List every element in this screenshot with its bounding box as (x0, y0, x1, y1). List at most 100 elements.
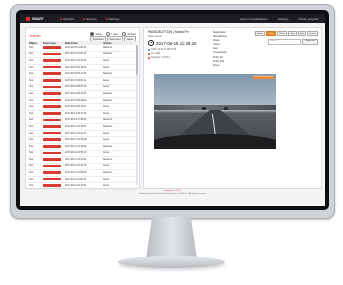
nav-item-reports[interactable]: Reports (83, 17, 97, 21)
cell-object: Test (29, 185, 34, 188)
cell-event-time: 2017-06-15 08:10:21 (65, 106, 87, 109)
event-type-badge (43, 164, 61, 168)
cell-event-time: 2017-06-14 16:21:37 (65, 132, 87, 135)
search-input[interactable]: Search (268, 39, 301, 45)
event-type-badge (43, 184, 61, 188)
table-row[interactable]: Test 2017-06-14 11:02:33 Jamie (28, 177, 137, 184)
app-screen: SMART Vehicles Reports Settings Alerts &… (20, 14, 325, 206)
table-row[interactable]: Test 2017-06-14 12:41:18 Jamie (28, 164, 137, 171)
nav-item-settings[interactable]: Settings (105, 17, 120, 21)
logo-icon (26, 16, 30, 21)
event-type-badge (43, 111, 61, 115)
event-type-badge (43, 144, 61, 148)
table-row[interactable]: Test 2017-06-14 18:47:19 Jamie (28, 111, 137, 118)
cell-object: Test (29, 152, 34, 155)
cell-event-type (43, 151, 65, 156)
scrollbar-thumb[interactable] (136, 45, 138, 75)
event-type-badge (43, 85, 61, 89)
nav-item-vehicles[interactable]: Vehicles (60, 17, 74, 21)
table-row[interactable]: Test 2017-06-15 08:28:49 Santa Fe (28, 98, 137, 105)
pause-program-link[interactable]: Pause program (298, 17, 319, 21)
table-row[interactable]: Test 2017-06-14 11:58:06 Santa Fe (28, 170, 137, 177)
video-car-hood (154, 134, 276, 149)
cell-object: Test (29, 145, 34, 148)
tool-edit[interactable]: Edit (297, 31, 306, 36)
video-vehicle (224, 107, 228, 110)
location-icon (148, 48, 150, 51)
page-footer: Copyright © 2017 Designed by Connected F… (20, 190, 325, 196)
top-navbar: SMART Vehicles Reports Settings Alerts &… (20, 14, 325, 23)
table-row[interactable]: Test 2017-06-15 09:21:36 Santa Fe (28, 71, 137, 78)
event-type-badge (43, 98, 61, 102)
table-row[interactable]: Test 2017-06-14 17:56:03 Santa Fe (28, 118, 137, 125)
cell-event-type (43, 92, 65, 96)
table-row[interactable]: Test 2017-06-15 09:04:11 Jamie (28, 78, 137, 85)
event-title: PANICBUTTON | Santa Fe (148, 30, 189, 34)
cell-vehicle: Santa Fe (103, 125, 113, 128)
video-timestamp-overlay: 11:28:20 | 2017-06-15 (252, 76, 274, 79)
event-type-badge (43, 125, 61, 128)
cell-event-type (43, 177, 65, 182)
event-type-badge (43, 78, 61, 82)
cell-event-type (43, 52, 65, 57)
cell-event-time: 2017-06-15 09:45:02 (65, 66, 87, 69)
monitor-stand-neck (146, 217, 197, 259)
cell-event-time: 2017-06-14 14:19:22 (65, 145, 87, 148)
cell-vehicle: Santa Fe (103, 145, 113, 148)
top-right-menu: Alerts & Notifications Settings Pause pr… (240, 17, 319, 21)
detail-search: Search Export pdf (268, 39, 318, 45)
cell-event-type (43, 125, 65, 129)
settings-icon (105, 17, 108, 20)
export-pdf-button[interactable]: Export pdf (302, 39, 318, 45)
event-type-badge (43, 72, 61, 75)
table-row[interactable]: Test 2017-06-15 09:45:02 Jamie (28, 65, 137, 72)
dashcam-video-player[interactable]: 11:28:20 | 2017-06-15 (154, 74, 276, 149)
tool-video[interactable]: Video (266, 31, 277, 36)
cell-event-type (43, 111, 65, 116)
alerts-link[interactable]: Alerts & Notifications (240, 17, 268, 21)
table-row[interactable]: Test 2017-06-14 16:21:37 Jamie (28, 131, 137, 138)
cell-vehicle: Santa Fe (103, 99, 113, 102)
table-row[interactable]: Test 2017-06-14 13:52:10 Jamie (28, 151, 137, 158)
table-row[interactable]: Test 2017-06-15 08:10:21 Jamie (28, 104, 137, 111)
table-row[interactable]: Test 2017-06-14 14:19:22 Santa Fe (28, 144, 137, 151)
cell-vehicle: Santa Fe (103, 92, 113, 95)
vehicles-icon (60, 17, 62, 20)
field-transmission: Transmission (213, 51, 228, 55)
cell-object: Test (29, 59, 34, 62)
detail-toolbar: Route Video Photo Map Edit Details (254, 31, 318, 36)
table-row[interactable]: Test 2017-06-15 08:41:05 Santa Fe (28, 91, 137, 98)
event-type-badge (43, 158, 61, 161)
event-list-panel: Vehicles Today 7 days 30 days Download M… (25, 27, 140, 191)
tool-details[interactable]: Details (306, 31, 318, 36)
list-scrollbar[interactable] (136, 45, 138, 185)
cell-object: Test (29, 132, 34, 135)
tool-route[interactable]: Route (254, 31, 266, 36)
cell-object: Test (29, 92, 34, 95)
cell-object: Test (29, 99, 34, 102)
event-type-badge (43, 171, 61, 174)
cell-event-type (43, 46, 65, 50)
table-row[interactable]: Test 2017-06-15 10:52:43 Jamie (28, 58, 137, 65)
cell-event-time: 2017-06-15 09:21:36 (65, 73, 87, 76)
table-row[interactable]: Test 2017-06-15 11:26:10 Santa Fe (28, 52, 137, 59)
cell-vehicle: Santa Fe (103, 158, 113, 161)
table-row[interactable]: Test 2017-06-14 16:36:51 Santa Fe (28, 124, 137, 131)
app-logo[interactable]: SMART (26, 16, 52, 21)
cell-object: Test (29, 139, 34, 142)
speed-icon (148, 52, 150, 55)
reports-icon (83, 17, 86, 20)
user-settings-link[interactable]: Settings (278, 17, 289, 21)
table-row[interactable]: Test 2017-06-14 15:05:48 Jamie (28, 137, 137, 144)
cell-object: Test (29, 112, 34, 115)
event-type-badge (43, 177, 61, 181)
cell-event-type (43, 72, 65, 76)
tool-map[interactable]: Map (288, 31, 297, 36)
table-row[interactable]: Test 2017-06-14 13:04:40 Santa Fe (28, 157, 137, 164)
table-row[interactable]: Test 2017-06-15 11:28:20 Santa Fe (28, 45, 137, 52)
cell-vehicle: Jamie (103, 112, 110, 115)
event-type-badge (43, 65, 61, 69)
table-row[interactable]: Test 2017-06-15 08:57:20 Jamie (28, 85, 137, 92)
tool-photo[interactable]: Photo (277, 31, 288, 36)
event-type-badge (43, 52, 61, 56)
